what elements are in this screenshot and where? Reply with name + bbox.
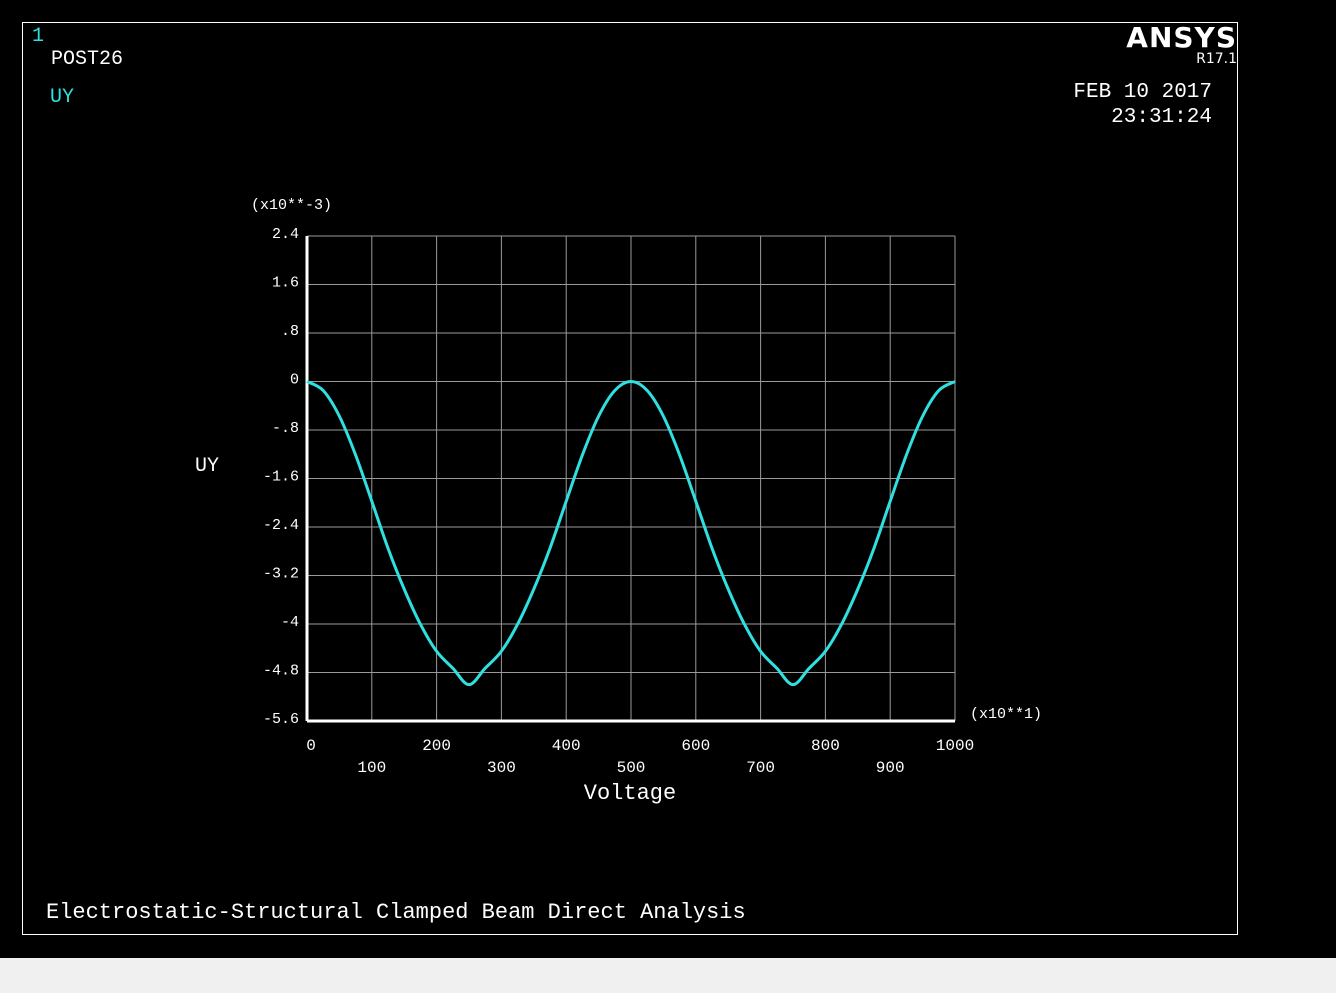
x-multiplier-label: (x10**1) xyxy=(970,706,1042,723)
x-tick-label: 700 xyxy=(746,759,775,777)
x-tick-label: 100 xyxy=(357,759,386,777)
x-tick-label: 300 xyxy=(487,759,516,777)
y-tick-label: 0 xyxy=(290,372,299,389)
x-tick-labels: 0 100 200 300 400 500 600 700 800 900 1000 xyxy=(306,737,974,777)
x-tick-label: 200 xyxy=(422,737,451,755)
x-tick-label: 600 xyxy=(681,737,710,755)
y-tick-label: -3.2 xyxy=(263,566,299,583)
x-tick-label: 0 xyxy=(306,737,316,755)
y-tick-label: -4.8 xyxy=(263,663,299,680)
y-tick-labels: 2.4 1.6 .8 0 -.8 -1.6 -2.4 -3.2 -4 -4.8 -5.6 xyxy=(263,226,299,728)
x-tick-label: 400 xyxy=(552,737,581,755)
y-multiplier-label: (x10**-3) xyxy=(251,197,332,214)
y-tick-label: 1.6 xyxy=(272,275,299,292)
y-tick-label: -.8 xyxy=(272,420,299,437)
grid-lines xyxy=(306,235,956,722)
x-axis-title: Voltage xyxy=(584,781,676,806)
x-tick-label: 1000 xyxy=(936,737,974,755)
y-tick-label: -2.4 xyxy=(263,517,299,534)
y-tick-label: -4 xyxy=(281,614,299,631)
analysis-title: Electrostatic-Structural Clamped Beam Di… xyxy=(46,900,746,925)
y-axis-title: UY xyxy=(195,455,219,478)
y-tick-label: .8 xyxy=(281,323,299,340)
x-tick-label: 900 xyxy=(876,759,905,777)
y-tick-label: -1.6 xyxy=(263,469,299,486)
y-tick-label: -5.6 xyxy=(263,711,299,728)
graphics-viewport[interactable]: 1 POST26 UY ANSYS R17.1 FEB 10 2017 23:3… xyxy=(0,0,1336,958)
y-tick-label: 2.4 xyxy=(272,226,299,243)
line-chart: 2.4 1.6 .8 0 -.8 -1.6 -2.4 -3.2 -4 -4.8 -5.6 0 100 2… xyxy=(195,197,1042,806)
x-tick-label: 500 xyxy=(617,759,646,777)
x-tick-label: 800 xyxy=(811,737,840,755)
